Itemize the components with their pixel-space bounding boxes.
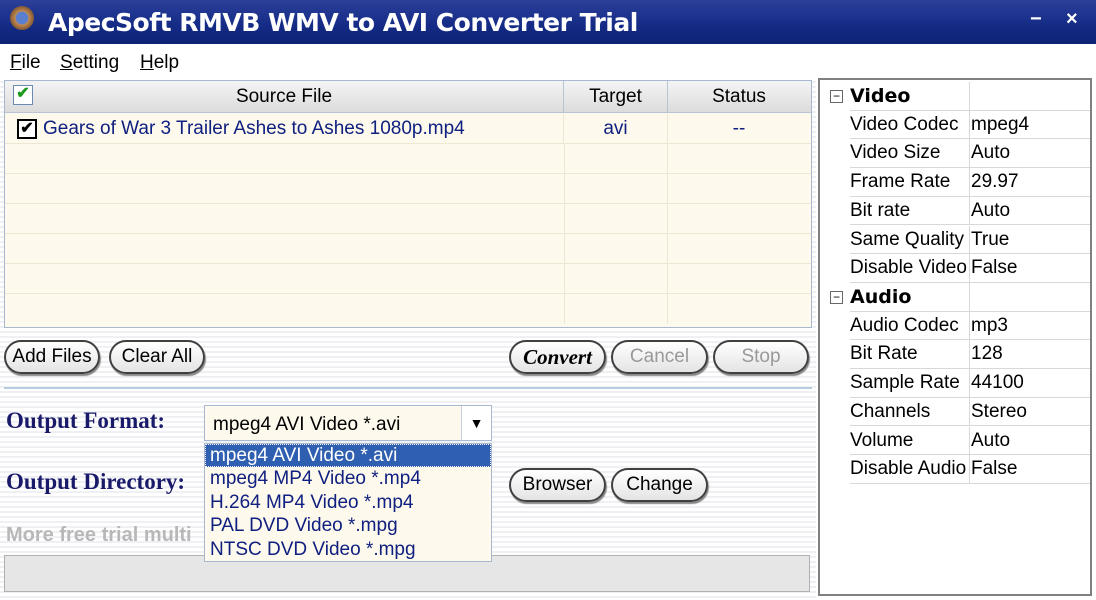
- property-row[interactable]: Bit Rate 128: [820, 340, 1090, 370]
- title-bar: ApecSoft RMVB WMV to AVI Converter Trial…: [0, 0, 1096, 44]
- empty-row: [5, 294, 811, 324]
- empty-row: [5, 234, 811, 264]
- output-format-select[interactable]: mpeg4 AVI Video *.avi ▼: [204, 405, 492, 441]
- output-format-value: mpeg4 AVI Video *.avi: [213, 414, 401, 435]
- divider: [4, 387, 812, 389]
- property-value[interactable]: Auto: [970, 139, 1090, 169]
- property-value[interactable]: Auto: [970, 197, 1090, 226]
- format-option[interactable]: mpeg4 AVI Video *.avi: [205, 444, 491, 468]
- minimize-button[interactable]: −: [1030, 8, 1042, 31]
- property-value[interactable]: False: [970, 455, 1090, 484]
- properties-panel: − Video Video Codec mpeg4 Video Size Auto Fra…: [818, 78, 1092, 596]
- output-format-dropdown: mpeg4 AVI Video *.avi mpeg4 MP4 Video *.…: [204, 443, 492, 562]
- property-name: Disable Audio: [850, 455, 970, 484]
- property-name: Frame Rate: [850, 168, 970, 197]
- select-all-checkbox[interactable]: ✔: [13, 85, 33, 105]
- menu-bar: File Setting Help: [0, 44, 1096, 78]
- property-value[interactable]: mpeg4: [970, 111, 1090, 140]
- add-files-button[interactable]: Add Files: [4, 340, 100, 374]
- property-row[interactable]: Sample Rate 44100: [820, 369, 1090, 398]
- convert-button[interactable]: Convert: [509, 340, 606, 374]
- property-name: Bit rate: [850, 196, 970, 226]
- property-value[interactable]: 29.97: [970, 168, 1090, 197]
- property-row[interactable]: Frame Rate 29.97: [820, 168, 1090, 197]
- format-option[interactable]: mpeg4 MP4 Video *.mp4: [205, 467, 491, 490]
- empty-row: [5, 144, 811, 174]
- property-name: Volume: [850, 426, 970, 456]
- property-row[interactable]: Bit rate Auto: [820, 196, 1090, 226]
- clear-all-button[interactable]: Clear All: [109, 340, 205, 374]
- output-format-label: Output Format:: [6, 408, 166, 433]
- audio-group[interactable]: − Audio: [820, 283, 1090, 312]
- property-row[interactable]: Disable Video False: [820, 254, 1090, 283]
- property-row[interactable]: Volume Auto: [820, 426, 1090, 456]
- group-value-cell: [970, 82, 1090, 111]
- change-button[interactable]: Change: [611, 468, 708, 502]
- cancel-button[interactable]: Cancel: [611, 340, 708, 374]
- format-option[interactable]: PAL DVD Video *.mpg: [205, 514, 491, 537]
- empty-row: [5, 174, 811, 204]
- menu-file[interactable]: File: [10, 52, 41, 74]
- property-value[interactable]: 128: [970, 340, 1090, 370]
- chevron-down-icon[interactable]: ▼: [461, 406, 491, 440]
- format-option[interactable]: H.264 MP4 Video *.mp4: [205, 491, 491, 514]
- group-value-cell: [970, 283, 1090, 312]
- output-directory-label: Output Directory:: [6, 469, 186, 494]
- col-source-file[interactable]: Source File: [5, 81, 564, 113]
- audio-group-title: Audio: [850, 283, 970, 312]
- file-table: Source File Target Status ✔ ✔ Gears of W…: [4, 80, 812, 328]
- property-row[interactable]: Same Quality True: [820, 225, 1090, 255]
- menu-setting[interactable]: Setting: [60, 52, 119, 74]
- property-name: Video Codec: [850, 110, 970, 140]
- format-option[interactable]: NTSC DVD Video *.mpg: [205, 538, 491, 561]
- col-target[interactable]: Target: [564, 81, 668, 113]
- app-logo-icon: [10, 6, 34, 30]
- property-row[interactable]: Channels Stereo: [820, 397, 1090, 427]
- table-header: Source File Target Status ✔: [5, 81, 811, 113]
- collapse-icon[interactable]: −: [830, 90, 843, 103]
- window-title: ApecSoft RMVB WMV to AVI Converter Trial: [48, 8, 638, 37]
- property-name: Video Size: [850, 139, 970, 169]
- property-value[interactable]: True: [970, 226, 1090, 255]
- close-button[interactable]: ×: [1066, 8, 1078, 31]
- property-name: Channels: [850, 397, 970, 427]
- property-value[interactable]: False: [970, 254, 1090, 283]
- property-row[interactable]: Audio Codec mp3: [820, 311, 1090, 341]
- row-status: --: [732, 118, 746, 139]
- property-value[interactable]: mp3: [970, 312, 1090, 341]
- property-name: Bit Rate: [850, 340, 970, 370]
- property-row[interactable]: Video Codec mpeg4: [820, 110, 1090, 140]
- trial-info-text[interactable]: More free trial multi: [6, 524, 192, 547]
- row-source: Gears of War 3 Trailer Ashes to Ashes 10…: [43, 114, 564, 144]
- col-status[interactable]: Status: [668, 81, 810, 113]
- property-row[interactable]: Video Size Auto: [820, 139, 1090, 169]
- property-name: Disable Video: [850, 254, 970, 283]
- property-name: Audio Codec: [850, 311, 970, 341]
- property-name: Same Quality: [850, 225, 970, 255]
- menu-help[interactable]: Help: [140, 52, 179, 74]
- row-target: avi: [564, 114, 668, 144]
- collapse-icon[interactable]: −: [830, 291, 843, 304]
- property-value[interactable]: Stereo: [970, 398, 1090, 427]
- browser-button[interactable]: Browser: [509, 468, 606, 502]
- video-group[interactable]: − Video: [820, 82, 1090, 111]
- property-value[interactable]: 44100: [970, 369, 1090, 398]
- property-row[interactable]: Disable Audio False: [820, 455, 1090, 484]
- row-checkbox[interactable]: ✔: [17, 119, 37, 139]
- empty-row: [5, 264, 811, 294]
- empty-row: [5, 204, 811, 234]
- table-row[interactable]: ✔ Gears of War 3 Trailer Ashes to Ashes …: [5, 114, 811, 144]
- stop-button[interactable]: Stop: [713, 340, 809, 374]
- property-value[interactable]: Auto: [970, 427, 1090, 456]
- video-group-title: Video: [850, 82, 970, 111]
- property-name: Sample Rate: [850, 369, 970, 398]
